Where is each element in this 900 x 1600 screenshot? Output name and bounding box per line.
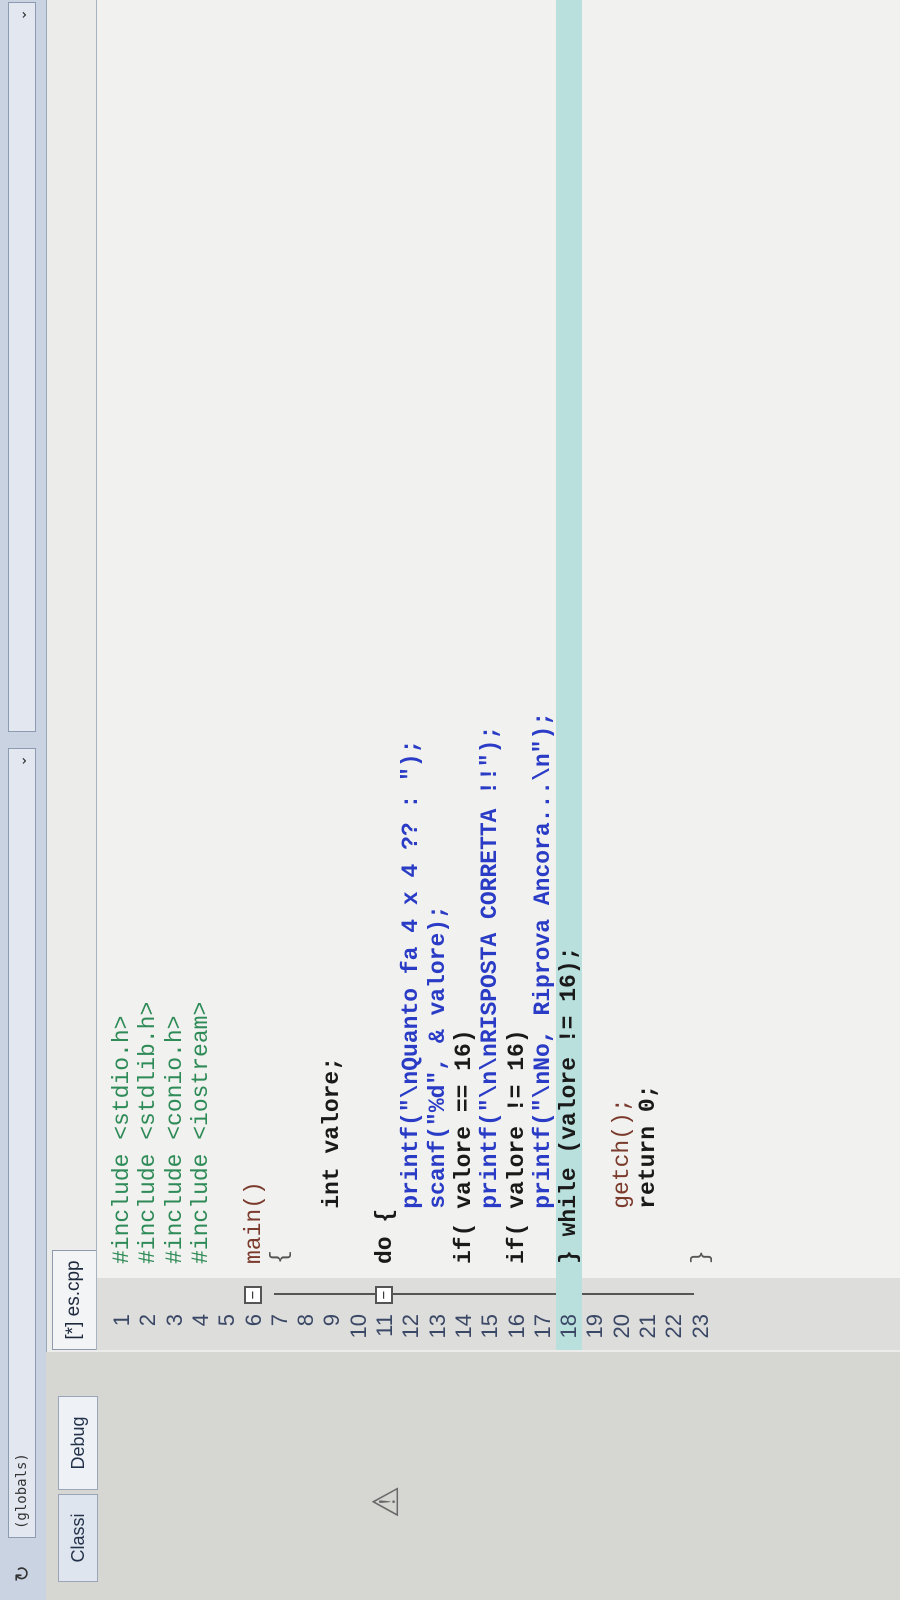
- editor-tab-es-cpp[interactable]: [*] es.cpp: [52, 1250, 96, 1350]
- scope-combo[interactable]: (globals) ⌄: [8, 748, 36, 1538]
- code-line[interactable]: 1 #include <stdio.h>: [109, 0, 135, 1350]
- line-number: 21: [635, 1314, 660, 1339]
- code-line[interactable]: 11 − do {: [372, 0, 398, 1350]
- code-line[interactable]: 18 } while (valore != 16);: [556, 0, 583, 1350]
- refresh-icon[interactable]: ↻: [10, 1558, 34, 1582]
- tab-debug[interactable]: Debug: [58, 1396, 98, 1490]
- chevron-down-icon[interactable]: ⌄: [9, 755, 35, 767]
- toolbar: ↻ (globals) ⌄ ⌄: [0, 0, 47, 1600]
- line-number: 22: [661, 1314, 687, 1339]
- line-number: 13: [424, 1314, 450, 1339]
- code-line[interactable]: 13 scanf("%d", & valore);: [425, 0, 451, 1350]
- code-text: return 0;: [635, 1084, 661, 1264]
- line-number: 16: [503, 1314, 529, 1339]
- code-line[interactable]: 10: [346, 0, 372, 1350]
- code-line[interactable]: 20 getch();: [609, 0, 635, 1350]
- code-line[interactable]: 9 int valore;: [319, 0, 345, 1350]
- code-text: do {: [372, 1208, 398, 1264]
- line-number: 6: [240, 1314, 266, 1327]
- line-number: 9: [319, 1314, 345, 1327]
- line-number: 2: [135, 1314, 161, 1327]
- line-number: 7: [266, 1314, 292, 1327]
- line-number: 15: [477, 1314, 503, 1339]
- code-text: {: [266, 1250, 293, 1264]
- code-line[interactable]: 16 if( valore != 16): [504, 0, 530, 1350]
- scope-combo-value: (globals): [14, 1453, 30, 1529]
- code-text: if( valore != 16): [503, 1029, 530, 1264]
- line-number: 14: [450, 1314, 476, 1339]
- line-number: 10: [345, 1314, 371, 1339]
- line-number: 17: [529, 1314, 555, 1339]
- line-number: 4: [187, 1314, 213, 1327]
- code-text: int valore;: [319, 1056, 346, 1264]
- fold-toggle-icon[interactable]: −: [375, 1286, 393, 1304]
- code-text: }: [687, 1250, 714, 1264]
- code-text: scanf("%d", & valore);: [424, 905, 451, 1264]
- code-text: getch();: [608, 1098, 635, 1264]
- code-line[interactable]: 21 return 0;: [635, 0, 661, 1350]
- ide-window: ↻ (globals) ⌄ ⌄ Classi Debug ⚠ [*] es.cp…: [0, 0, 900, 1600]
- code-line[interactable]: 7{: [267, 0, 293, 1350]
- code-text: printf("\nQuanto fa 4 x 4 ?? : ");: [398, 739, 425, 1264]
- code-text: } while (valore != 16);: [556, 946, 583, 1264]
- code-text: printf("\n\nRISPOSTA CORRETTA !!");: [477, 725, 504, 1264]
- line-number: 5: [214, 1314, 240, 1327]
- line-number: 23: [687, 1314, 713, 1339]
- code-text: #include <iostream>: [187, 1001, 214, 1264]
- code-line[interactable]: 5: [214, 0, 240, 1350]
- code-line[interactable]: 6 − main(): [241, 0, 267, 1350]
- tab-classi[interactable]: Classi: [58, 1494, 98, 1582]
- code-line[interactable]: 14 if( valore == 16): [451, 0, 477, 1350]
- line-number: 1: [109, 1314, 134, 1327]
- code-text: #include <conio.h>: [161, 1015, 188, 1264]
- line-number: 3: [161, 1314, 187, 1327]
- code-text: #include <stdio.h>: [109, 1015, 135, 1264]
- code-line[interactable]: 23}: [688, 0, 714, 1350]
- line-number: 20: [608, 1314, 634, 1339]
- line-number: 8: [293, 1314, 319, 1327]
- code-line[interactable]: 19: [582, 0, 608, 1350]
- warning-icon: ⚠: [366, 1485, 407, 1518]
- code-line[interactable]: 22: [661, 0, 687, 1350]
- code-line[interactable]: 15 printf("\n\nRISPOSTA CORRETTA !!");: [477, 0, 503, 1350]
- line-number: 11: [372, 1314, 397, 1337]
- line-number: 12: [398, 1314, 424, 1339]
- fold-toggle-icon[interactable]: −: [243, 1286, 262, 1304]
- chevron-down-icon[interactable]: ⌄: [9, 9, 35, 21]
- code-line[interactable]: 17 printf("\nNo, Riprova Ancora...\n");: [530, 0, 556, 1350]
- code-line[interactable]: 3 #include <conio.h>: [162, 0, 188, 1350]
- code-text: printf("\nNo, Riprova Ancora...\n");: [529, 711, 556, 1264]
- code-line[interactable]: 4 #include <iostream>: [188, 0, 214, 1350]
- member-combo[interactable]: ⌄: [8, 2, 36, 732]
- code-line[interactable]: 2 #include <stdlib.h>: [135, 0, 161, 1350]
- line-number: 18: [556, 1314, 582, 1339]
- left-panel: Classi Debug ⚠: [46, 1352, 900, 1600]
- code-text: main(): [240, 1181, 267, 1264]
- code-editor[interactable]: 1 #include <stdio.h> 2 #include <stdlib.h> 3…: [96, 0, 900, 1350]
- code-text: if( valore == 16): [450, 1029, 477, 1264]
- code-text: #include <stdlib.h>: [135, 1001, 162, 1264]
- code-line[interactable]: 12 printf("\nQuanto fa 4 x 4 ?? : ");: [398, 0, 424, 1350]
- line-number: 19: [582, 1314, 608, 1339]
- code-line[interactable]: 8: [293, 0, 319, 1350]
